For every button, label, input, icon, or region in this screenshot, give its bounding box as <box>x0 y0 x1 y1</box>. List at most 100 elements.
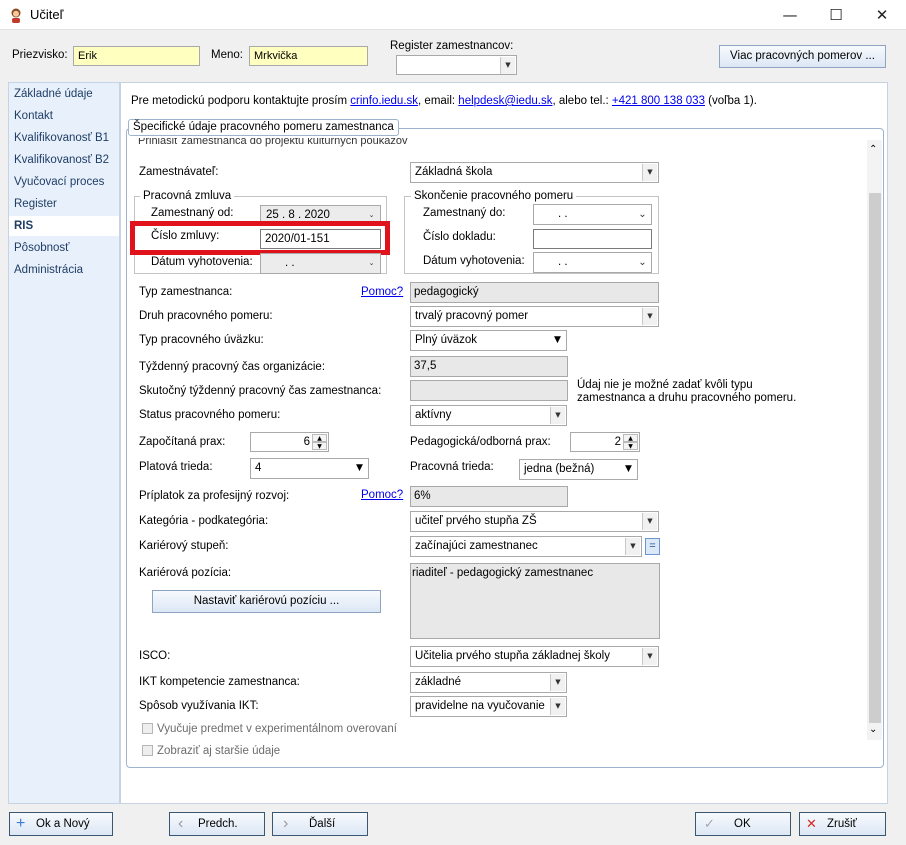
starsie-udaje-label: Zobraziť aj staršie údaje <box>157 745 281 757</box>
cut-checkbox-label: Prihlásiť zamestnanca do projektu kultúr… <box>138 138 408 147</box>
zamestnavatel-select[interactable]: Základná škola ▼ <box>410 162 659 183</box>
status-label: Status pracovného pomeru: <box>139 409 281 421</box>
status-select[interactable]: aktívny ▼ <box>410 405 567 426</box>
skutocny-cas-label: Skutočný týždenný pracovný čas zamestnan… <box>139 385 382 397</box>
chevron-down-icon: ▼ <box>642 648 657 665</box>
chevron-down-icon: ▼ <box>550 698 565 715</box>
chevron-down-icon: ▼ <box>625 538 640 555</box>
ped-prax-stepper[interactable]: 2 ▲ ▼ <box>570 432 640 452</box>
kategoria-select[interactable]: učiteľ prvého stupňa ZŠ ▼ <box>410 511 659 532</box>
sposob-ikt-select[interactable]: pravidelne na vyučovanie ▼ <box>410 696 567 717</box>
support-info: Pre metodickú podporu kontaktujte prosím… <box>131 95 757 107</box>
zamestnavatel-label: Zamestnávateľ: <box>139 166 219 178</box>
panel-title: Špecifické údaje pracovného pomeru zames… <box>128 119 399 136</box>
sidebar-item-ris[interactable]: RIS <box>14 220 33 232</box>
ok-button[interactable]: ✓ OK <box>695 812 791 836</box>
priezvisko-input[interactable]: Erik <box>73 46 200 66</box>
typ-zamestnanca-field: pedagogický <box>410 282 659 303</box>
experiment-checkbox[interactable] <box>142 723 153 734</box>
sidebar-item-zakladne-udaje[interactable]: Základné údaje <box>14 88 93 100</box>
sidebar-item-kvalifikovanost-b2[interactable]: Kvalifikovanosť B2 <box>14 154 109 166</box>
scroll-up-icon[interactable]: ⌃ <box>869 144 877 155</box>
druh-pomeru-select[interactable]: trvalý pracovný pomer ▼ <box>410 306 659 327</box>
dalsi-button[interactable]: › Ďalší <box>272 812 368 836</box>
pracovna-trieda-select[interactable]: jedna (bežná) ▼ <box>519 459 638 480</box>
typ-zamestnanca-label: Typ zamestnanca: <box>139 286 233 298</box>
priplatok-label: Príplatok za profesijný rozvoj: <box>139 490 290 502</box>
zamestnany-do-date[interactable]: . . ⌄ <box>533 204 652 225</box>
datum-vyhotovenia-label: Dátum vyhotovenia: <box>151 256 253 268</box>
skoncenie-datum-date[interactable]: . . ⌄ <box>533 252 652 273</box>
chevron-down-icon: ▼ <box>642 308 657 325</box>
sidebar-item-kontakt[interactable]: Kontakt <box>14 110 53 122</box>
chevron-right-icon: › <box>283 815 289 832</box>
priplatok-field: 6% <box>410 486 568 507</box>
skutocny-cas-field <box>410 380 568 401</box>
zrusit-button[interactable]: ✕ Zrušiť <box>799 812 886 836</box>
platova-trieda-label: Platová trieda: <box>139 461 213 473</box>
viac-pracovnych-pomerov-button[interactable]: Viac pracovných pomerov ... <box>719 45 886 68</box>
chevron-down-icon: ▼ <box>550 674 565 691</box>
sidebar-item-register[interactable]: Register <box>14 198 57 210</box>
scroll-down-icon[interactable]: ⌄ <box>869 724 877 735</box>
ped-prax-label: Pedagogická/odborná prax: <box>410 436 551 448</box>
pomoc-link-priplatok[interactable]: Pomoc? <box>361 489 403 501</box>
pracovna-zmluva-legend: Pracovná zmluva <box>140 190 235 202</box>
chevron-down-icon: ⌄ <box>364 255 379 272</box>
isco-label: ISCO: <box>139 650 171 662</box>
meno-label: Meno: <box>211 49 243 61</box>
chevron-down-icon: ▼ <box>550 407 565 424</box>
karierovy-stupen-label: Kariérový stupeň: <box>139 540 229 552</box>
stepper-down-icon[interactable]: ▼ <box>623 442 638 450</box>
scrollbar-thumb[interactable] <box>869 193 881 723</box>
chevron-down-icon: ▼ <box>621 461 636 478</box>
sidebar-item-administracia[interactable]: Administrácia <box>14 264 83 276</box>
stepper-down-icon[interactable]: ▼ <box>312 442 327 450</box>
karierovy-equals-button[interactable]: = <box>645 538 660 555</box>
ok-a-novy-button[interactable]: + Ok a Nový <box>9 812 113 836</box>
ikt-kompetencie-select[interactable]: základné ▼ <box>410 672 567 693</box>
uvazok-select[interactable]: Plný úväzok ▼ <box>410 330 567 351</box>
karierova-pozicia-label: Kariérová pozícia: <box>139 567 232 579</box>
datum-vyhotovenia-date[interactable]: . . ⌄ <box>260 253 381 274</box>
close-button[interactable]: ✕ <box>859 0 905 30</box>
teacher-icon <box>11 8 21 23</box>
minimize-button[interactable]: — <box>767 0 813 30</box>
cislo-dokladu-input[interactable] <box>533 229 652 249</box>
phone-link[interactable]: +421 800 138 033 <box>612 95 705 107</box>
platova-trieda-select[interactable]: 4 ▼ <box>250 458 369 479</box>
chevron-down-icon: ▼ <box>500 57 515 74</box>
sidebar-item-kvalifikovanost-b1[interactable]: Kvalifikovanosť B1 <box>14 132 109 144</box>
zamestnany-od-label: Zamestnaný od: <box>151 207 234 219</box>
zamestnany-do-label: Zamestnaný do: <box>423 207 506 219</box>
starsie-udaje-checkbox[interactable] <box>142 745 153 756</box>
experiment-label: Vyučuje predmet v experimentálnom overov… <box>157 723 397 735</box>
chevron-down-icon: ▼ <box>550 332 565 349</box>
sposob-ikt-label: Spôsob využívania IKT: <box>139 700 259 712</box>
skoncenie-legend: Skončenie pracovného pomeru <box>411 190 577 202</box>
register-select[interactable]: ▼ <box>396 55 517 75</box>
zapocitana-prax-stepper[interactable]: 6 ▲ ▼ <box>250 432 329 452</box>
stepper-up-icon[interactable]: ▲ <box>623 434 638 442</box>
cislo-dokladu-label: Číslo dokladu: <box>423 231 496 243</box>
uvazok-label: Typ pracovného úväzku: <box>139 334 264 346</box>
kategoria-label: Kategória - podkategória: <box>139 515 269 527</box>
skoncenie-datum-label: Dátum vyhotovenia: <box>423 255 525 267</box>
predch-button[interactable]: ‹ Predch. <box>169 812 265 836</box>
sidebar <box>8 82 120 804</box>
ikt-kompetencie-label: IKT kompetencie zamestnanca: <box>139 676 300 688</box>
tyzdenny-cas-label: Týždenný pracovný čas organizácie: <box>139 361 326 373</box>
maximize-button[interactable]: ☐ <box>813 0 859 30</box>
helpdesk-email-link[interactable]: helpdesk@iedu.sk <box>458 95 552 107</box>
nastavit-karierovu-poziciu-button[interactable]: Nastaviť kariérovú pozíciu ... <box>152 590 381 613</box>
pomoc-link-typ[interactable]: Pomoc? <box>361 286 403 298</box>
karierovy-stupen-select[interactable]: začínajúci zamestnanec ▼ <box>410 536 642 557</box>
crinfo-link[interactable]: crinfo.iedu.sk <box>350 95 418 107</box>
sidebar-item-posobnost[interactable]: Pôsobnosť <box>14 242 69 254</box>
druh-pomeru-label: Druh pracovného pomeru: <box>139 310 273 322</box>
priezvisko-label: Priezvisko: <box>12 49 68 61</box>
stepper-up-icon[interactable]: ▲ <box>312 434 327 442</box>
isco-select[interactable]: Učitelia prvého stupňa základnej školy ▼ <box>410 646 659 667</box>
sidebar-item-vyucovaci-proces[interactable]: Vyučovací proces <box>14 176 104 188</box>
meno-input[interactable]: Mrkvička <box>249 46 368 66</box>
